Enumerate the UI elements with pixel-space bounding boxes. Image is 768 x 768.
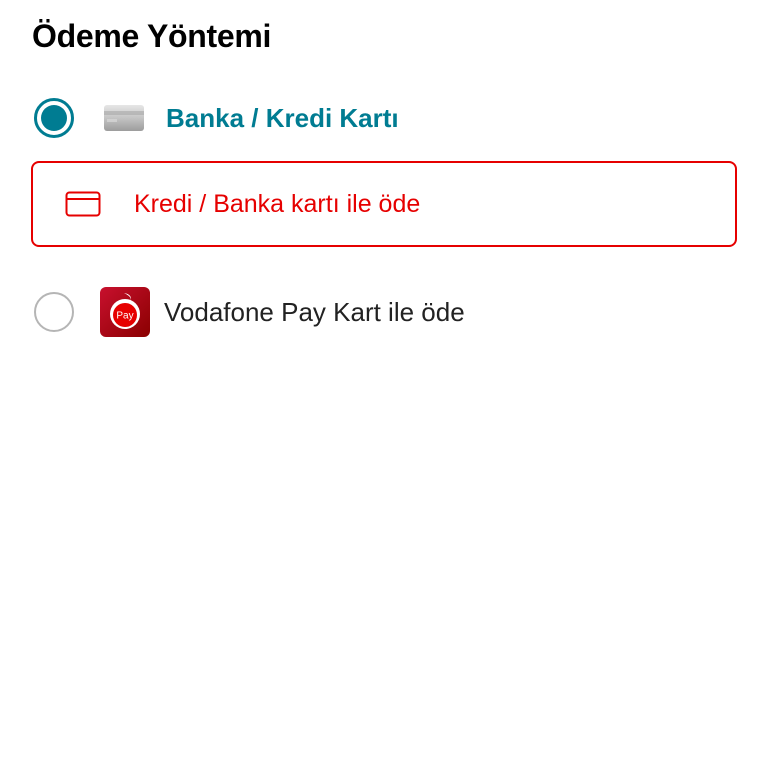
radio-button-selected[interactable] — [34, 98, 74, 138]
credit-card-outline-icon — [65, 191, 101, 217]
credit-card-gray-icon — [104, 105, 144, 131]
pay-with-card-label: Kredi / Banka kartı ile öde — [134, 189, 421, 218]
page-title: Ödeme Yöntemi — [32, 18, 272, 54]
payment-option-label: Banka / Kredi Kartı — [166, 102, 399, 133]
vodafone-pay-app-icon: Pay — [100, 287, 150, 337]
payment-option-bank-card[interactable]: Banka / Kredi Kartı — [34, 94, 399, 142]
pay-with-card-button[interactable]: Kredi / Banka kartı ile öde — [31, 161, 737, 247]
vodafone-pay-icon-text: Pay — [116, 311, 133, 322]
payment-option-vodafone-pay[interactable]: Pay Vodafone Pay Kart ile öde — [34, 287, 465, 337]
payment-option-label: Vodafone Pay Kart ile öde — [164, 296, 465, 327]
radio-button-unselected[interactable] — [34, 292, 74, 332]
